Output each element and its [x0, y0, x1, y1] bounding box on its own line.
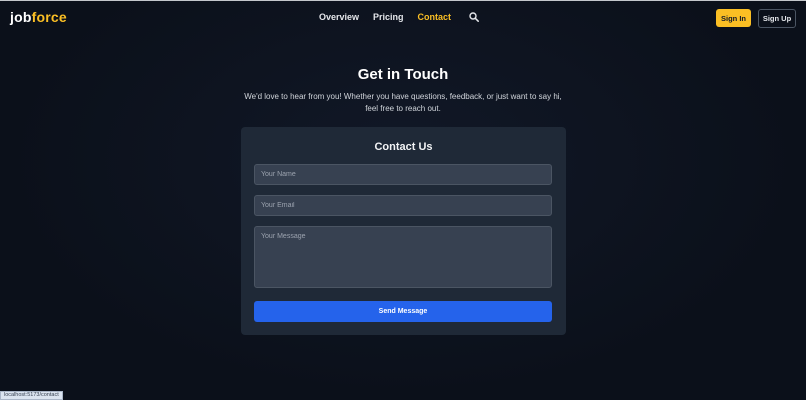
sign-in-button[interactable]: Sign In [716, 9, 751, 27]
nav-link-contact[interactable]: Contact [418, 12, 452, 22]
send-message-button[interactable]: Send Message [254, 301, 552, 322]
nav-link-pricing[interactable]: Pricing [373, 12, 404, 22]
navbar: jobforce Overview Pricing Contact Sign I… [0, 1, 806, 35]
message-textarea[interactable] [254, 226, 552, 288]
name-input[interactable] [254, 164, 552, 185]
search-icon[interactable] [469, 12, 479, 22]
logo-part-force: force [31, 9, 67, 25]
nav-links: Overview Pricing Contact [319, 12, 479, 22]
email-input[interactable] [254, 195, 552, 216]
nav-link-overview[interactable]: Overview [319, 12, 359, 22]
page: jobforce Overview Pricing Contact Sign I… [0, 0, 806, 400]
status-bar-url: localhost:5173/contact [0, 391, 63, 400]
page-title: Get in Touch [357, 66, 449, 83]
logo-part-job: job [10, 9, 32, 25]
page-subtitle: We'd love to hear from you! Whether you … [244, 92, 562, 113]
logo[interactable]: jobforce [10, 9, 67, 25]
contact-form-card: Contact Us Send Message [241, 127, 566, 335]
sign-up-button[interactable]: Sign Up [758, 9, 796, 28]
form-title: Contact Us [374, 141, 433, 153]
